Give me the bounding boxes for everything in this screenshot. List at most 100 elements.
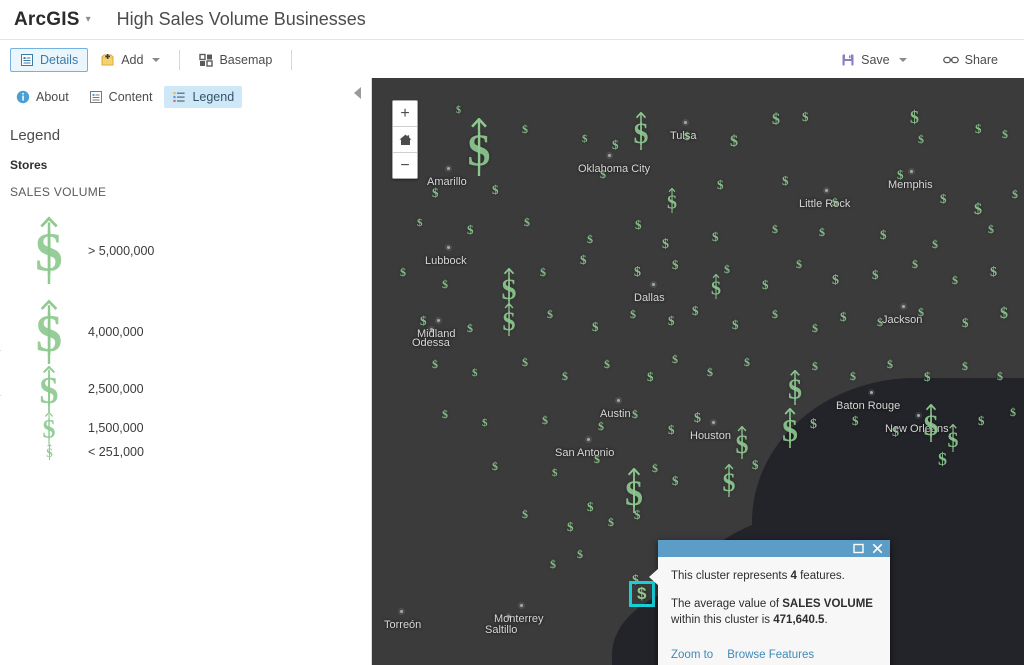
legend-class-row: $ > 5,000,000	[18, 203, 371, 298]
city-dot	[430, 328, 433, 331]
toolbar-divider	[179, 50, 180, 70]
svg-text:$: $	[36, 305, 62, 363]
legend-class-label: < 251,000	[88, 445, 144, 459]
city-dot	[902, 305, 905, 308]
legend-panel-body: Legend Stores SALES VOLUME $> 5,000,000$…	[0, 113, 371, 460]
city-dot	[507, 615, 510, 618]
city-dot	[520, 604, 523, 607]
legend-field-name: SALES VOLUME	[10, 185, 371, 199]
panel-tabs: About Content Legend	[0, 78, 371, 113]
gulf-water-body-4	[932, 418, 1024, 508]
chevron-down-icon[interactable]: ▾	[86, 14, 91, 25]
city-dot	[684, 121, 687, 124]
chevron-down-icon[interactable]	[152, 58, 160, 62]
main-toolbar: Details Add Basemap	[0, 39, 1024, 80]
basemap-button[interactable]: Basemap	[189, 48, 282, 72]
details-button[interactable]: Details	[10, 48, 88, 72]
popup-average-value: 471,640.5	[773, 614, 824, 626]
close-icon[interactable]	[872, 543, 883, 554]
city-dot	[870, 391, 873, 394]
city-dot	[652, 283, 655, 286]
share-link-icon	[943, 54, 959, 66]
popup-links: Zoom to Browse Features	[658, 647, 890, 665]
add-button-label: Add	[121, 53, 143, 67]
share-button-label: Share	[965, 53, 998, 67]
add-button[interactable]: Add	[90, 48, 170, 72]
legend-class-label: 1,500,000	[88, 421, 144, 435]
save-button[interactable]: Save	[831, 48, 917, 72]
svg-text:$: $	[43, 415, 56, 444]
legend-class-row: $ < 251,000	[18, 444, 371, 460]
legend-class-label: 4,000,000	[88, 325, 144, 339]
popup-title-bar	[658, 540, 890, 557]
toolbar-right-group: Save Share	[831, 48, 1014, 72]
popup-browse-features-link[interactable]: Browse Features	[727, 649, 814, 661]
tab-about[interactable]: About	[8, 86, 77, 108]
page-title: High Sales Volume Businesses	[117, 9, 366, 30]
legend-class-row: $2,500,000	[18, 366, 371, 412]
share-button[interactable]: Share	[933, 48, 1008, 72]
chevron-down-icon[interactable]	[899, 58, 907, 62]
popup-average-text: The average value of SALES VOLUME within…	[671, 596, 877, 628]
svg-text:$: $	[35, 222, 62, 283]
map-canvas[interactable]: TulsaOklahoma CityAmarilloLittle RockMem…	[372, 78, 1024, 665]
details-panel-icon	[20, 53, 34, 67]
tab-content[interactable]: Content	[81, 86, 161, 108]
tab-legend[interactable]: Legend	[164, 86, 242, 108]
popup-zoom-to-link[interactable]: Zoom to	[671, 649, 713, 661]
svg-text:$: $	[46, 445, 53, 460]
legend-class-label: > 5,000,000	[88, 244, 154, 258]
city-dot	[447, 167, 450, 170]
zoom-in-button[interactable]: +	[393, 101, 417, 127]
city-dot	[617, 399, 620, 402]
info-circle-icon	[16, 90, 30, 104]
collapse-left-arrow-icon[interactable]	[354, 87, 361, 99]
popup-feature-count-text: This cluster represents 4 features.	[671, 568, 877, 584]
legend-dollar-arrow-icon: $	[18, 444, 80, 460]
arcgis-brand[interactable]: ArcGIS	[14, 9, 80, 31]
city-dot	[712, 421, 715, 424]
svg-text:$: $	[40, 370, 59, 412]
city-dot	[587, 438, 590, 441]
plus-icon: +	[400, 105, 409, 123]
floppy-disk-icon	[841, 53, 855, 67]
cluster-popup[interactable]: This cluster represents 4 features. The …	[658, 540, 890, 665]
basemap-grid-icon	[199, 53, 213, 67]
popup-pointer	[649, 568, 659, 586]
city-dot	[400, 610, 403, 613]
legend-dollar-arrow-icon: $	[18, 298, 80, 366]
arcgis-map-viewer: ArcGIS ▾ High Sales Volume Businesses De…	[0, 0, 1024, 665]
city-dot	[910, 170, 913, 173]
save-button-label: Save	[861, 53, 890, 67]
legend-class-label: 2,500,000	[88, 382, 144, 396]
legend-heading: Legend	[10, 127, 371, 144]
tab-content-label: Content	[109, 90, 153, 104]
legend-class-row: $4,000,000	[18, 298, 371, 366]
maximize-icon[interactable]	[853, 543, 864, 554]
app-header: ArcGIS ▾ High Sales Volume Businesses	[0, 0, 1024, 39]
left-panel: About Content Legend Legend Stores SALES…	[0, 78, 372, 665]
popup-body: This cluster represents 4 features. The …	[658, 557, 890, 647]
toolbar-divider-2	[291, 50, 292, 70]
home-button[interactable]	[393, 127, 417, 153]
content-list-icon	[89, 90, 103, 104]
popup-field-label: SALES VOLUME	[782, 598, 873, 610]
city-dot	[608, 154, 611, 157]
city-dot	[825, 189, 828, 192]
legend-class-row: $1,500,000	[18, 412, 371, 444]
add-plus-icon	[100, 53, 115, 67]
layer-name: Stores	[10, 158, 371, 172]
minus-icon: −	[400, 157, 409, 175]
resize-grip-icon[interactable]	[0, 350, 1, 396]
legend-dollar-arrow-icon: $	[18, 412, 80, 444]
map-zoom-controls: + −	[392, 100, 418, 179]
city-dot	[917, 414, 920, 417]
zoom-out-button[interactable]: −	[393, 153, 417, 178]
city-dot	[437, 319, 440, 322]
legend-class-list: $> 5,000,000$4,000,000$2,500,000$1,500,0…	[18, 203, 371, 460]
legend-list-icon	[172, 90, 186, 104]
basemap-button-label: Basemap	[219, 53, 272, 67]
city-dot	[447, 246, 450, 249]
home-icon	[398, 133, 413, 147]
details-button-label: Details	[40, 53, 78, 67]
